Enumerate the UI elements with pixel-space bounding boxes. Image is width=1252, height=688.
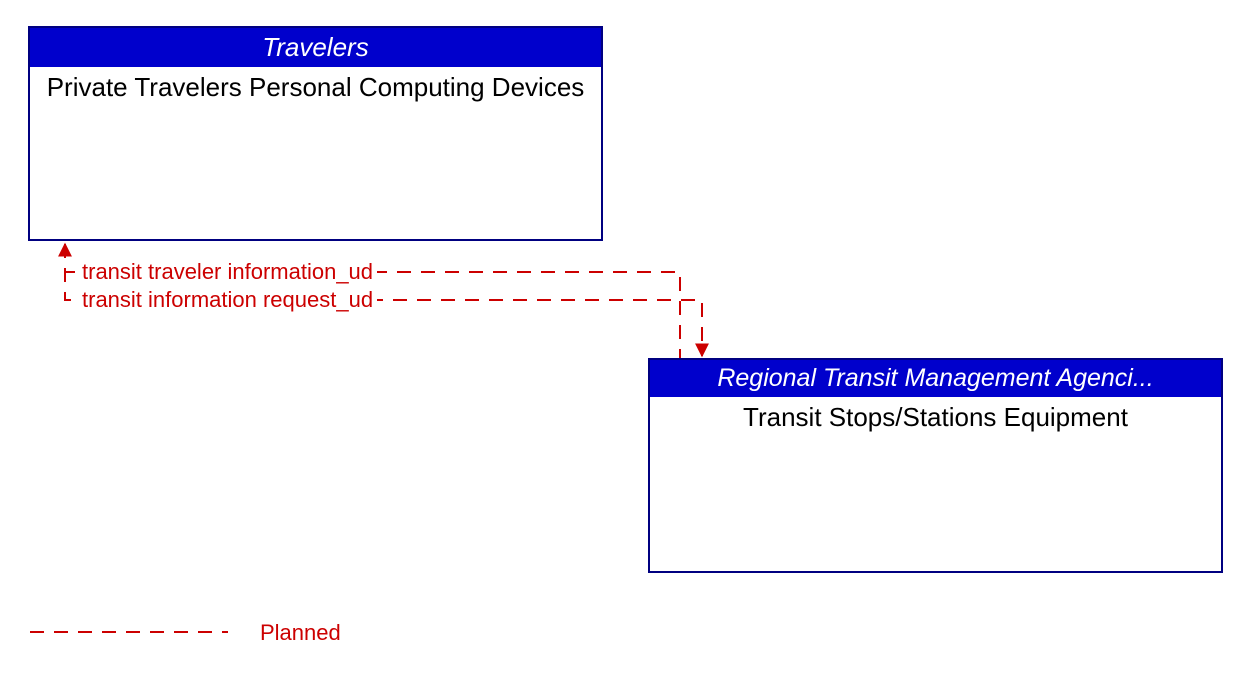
box-transit-body: Transit Stops/Stations Equipment — [650, 397, 1221, 439]
diagram-canvas: Travelers Private Travelers Personal Com… — [0, 0, 1252, 688]
box-transit-header: Regional Transit Management Agenci... — [650, 360, 1221, 397]
box-transit: Regional Transit Management Agenci... Tr… — [648, 358, 1223, 573]
box-travelers-body: Private Travelers Personal Computing Dev… — [30, 67, 601, 109]
box-travelers: Travelers Private Travelers Personal Com… — [28, 26, 603, 241]
box-travelers-header: Travelers — [30, 28, 601, 67]
flow-label-to-transit: transit information request_ud — [78, 287, 377, 313]
flow-label-to-travelers: transit traveler information_ud — [78, 259, 377, 285]
legend-label-planned: Planned — [260, 620, 341, 646]
